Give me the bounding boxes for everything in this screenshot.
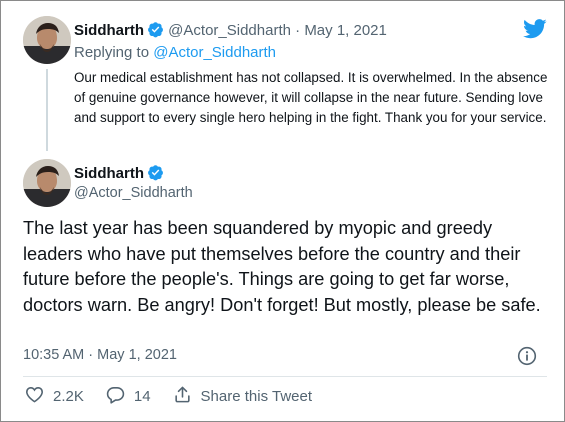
share-label: Share this Tweet [200,388,312,405]
author-name[interactable]: Siddharth [74,165,144,182]
quoted-author-avatar[interactable] [23,16,71,64]
verified-badge-icon [147,21,164,42]
like-button[interactable]: 2.2K [25,385,84,408]
quoted-tweet-text: Our medical establishment has not collap… [74,70,548,125]
author-handle[interactable]: @Actor_Siddharth [74,185,193,201]
replying-to-line: Replying to @Actor_Siddharth [74,44,276,61]
quoted-tweet-date[interactable]: May 1, 2021 [304,22,387,39]
info-icon[interactable] [517,346,537,371]
twitter-bird-icon[interactable] [523,19,547,44]
replying-to-mention-link[interactable]: @Actor_Siddharth [153,44,276,61]
author-name-row: Siddharth [74,164,164,186]
reply-button[interactable]: 14 [106,385,151,408]
verified-badge-icon [147,164,164,186]
reply-bubble-icon [106,385,134,408]
author-avatar[interactable] [23,159,71,207]
tweet-actions-bar: 2.2K 14 Share this Tweet [25,385,334,408]
like-count: 2.2K [53,388,84,405]
actions-divider [23,376,547,377]
tweet-embed-card: Siddharth @Actor_Siddharth · May 1, 2021… [0,0,565,422]
share-button[interactable]: Share this Tweet [173,385,312,408]
tweet-timestamp[interactable]: 10:35 AM · May 1, 2021 [23,347,177,363]
quoted-author-handle[interactable]: @Actor_Siddharth [168,22,291,39]
thread-connector-line [46,69,48,151]
reply-count: 14 [133,388,151,405]
quoted-author-name[interactable]: Siddharth [74,22,144,39]
header-separator: · [295,22,301,39]
quoted-tweet-header: Siddharth @Actor_Siddharth · May 1, 2021 [74,21,387,42]
tweet-text: The last year has been squandered by myo… [23,218,541,315]
replying-to-label: Replying to [74,44,150,61]
heart-icon [25,385,53,408]
share-icon [173,385,201,408]
